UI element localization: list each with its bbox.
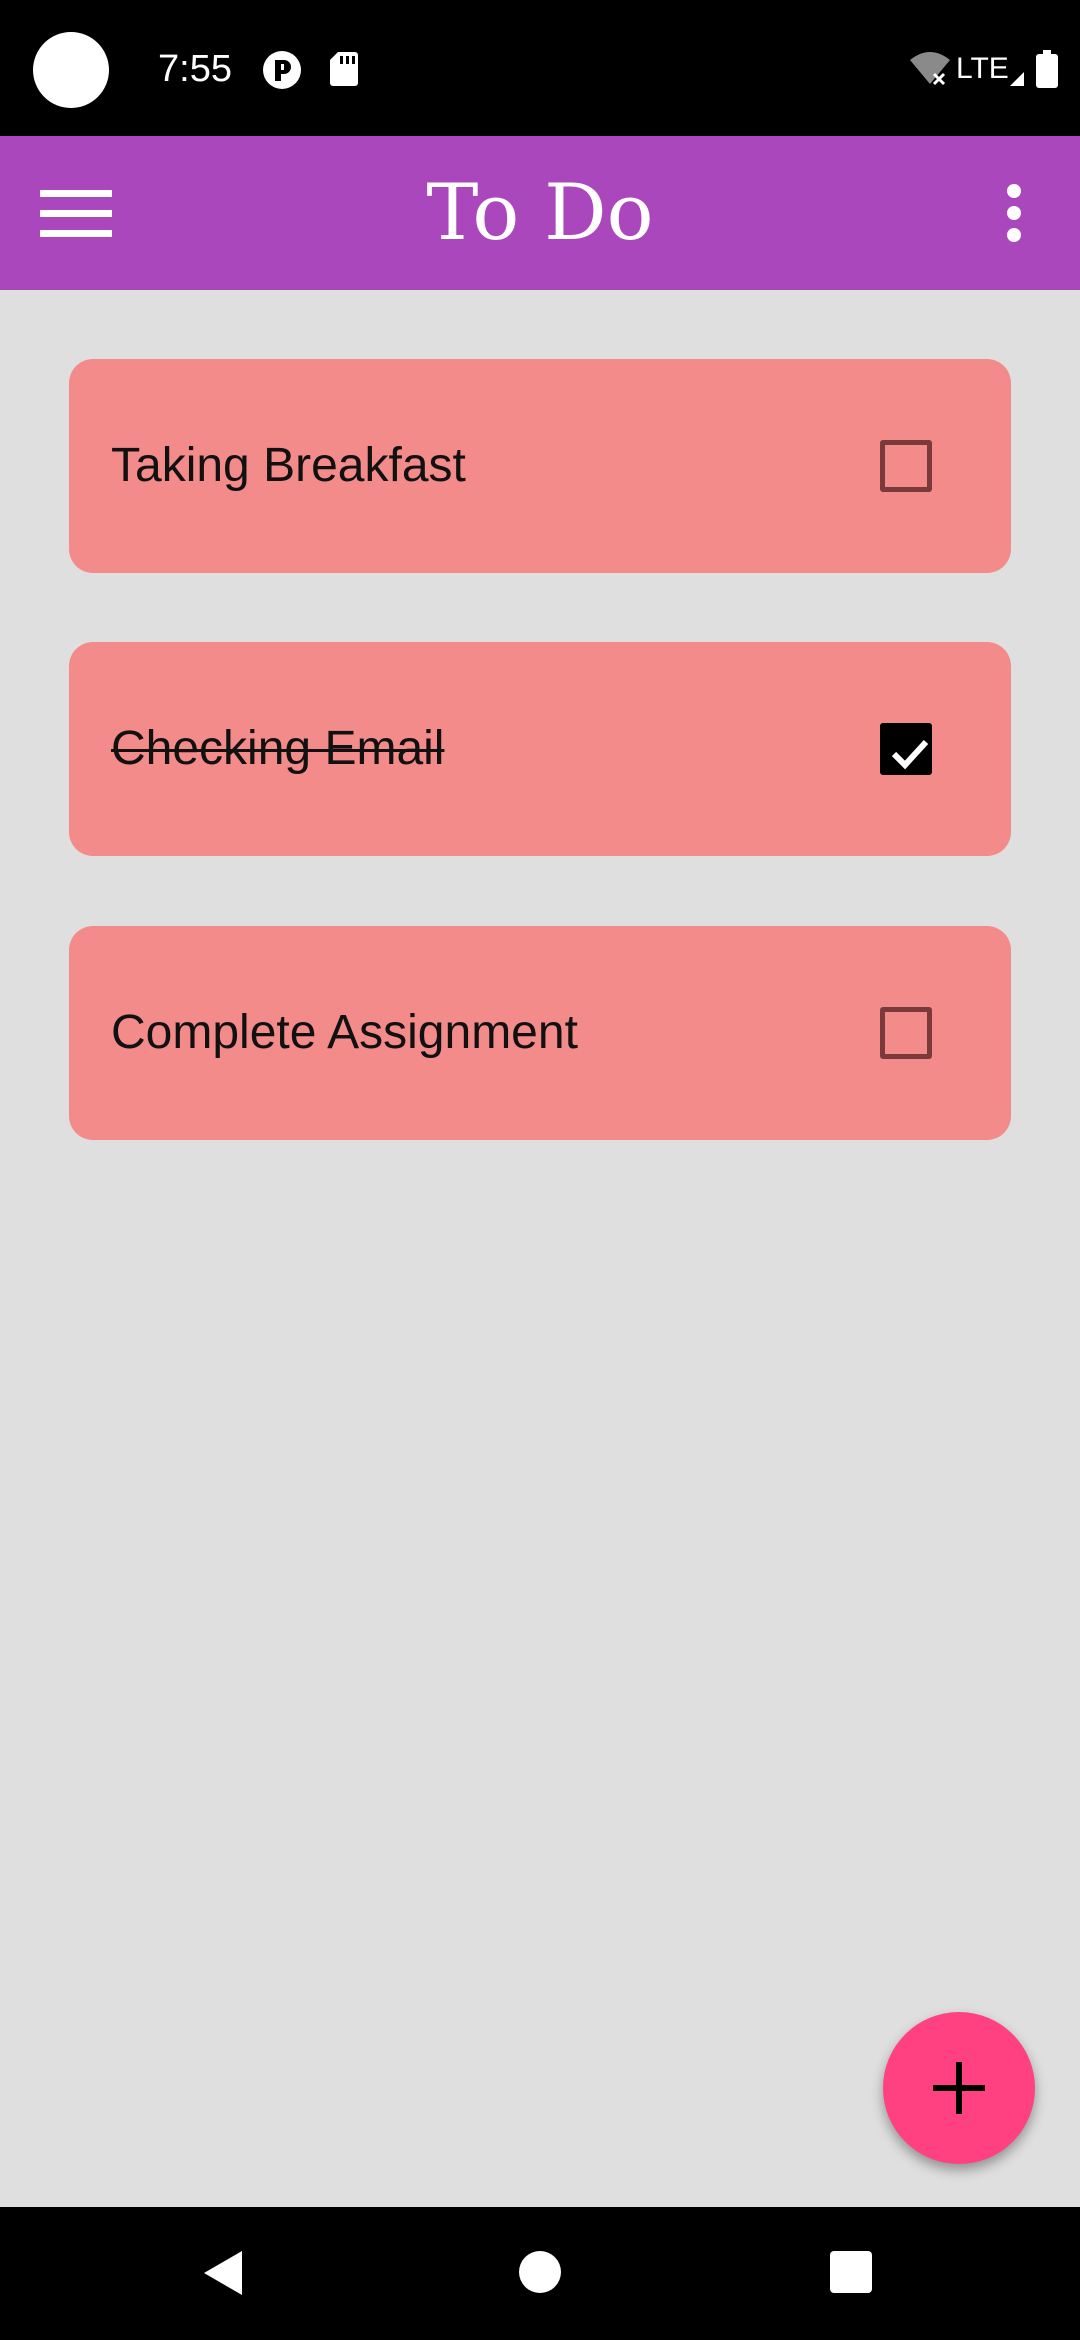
recents-icon[interactable] [830, 2251, 872, 2293]
todo-checkbox-checked[interactable] [880, 723, 932, 775]
todo-list: Taking Breakfast Checking Email Complete… [0, 290, 1080, 2207]
app-bar: To Do [0, 136, 1080, 290]
status-bar: 7:55 LTE [0, 0, 1080, 136]
signal-icon [1010, 72, 1024, 86]
status-time: 7:55 [158, 48, 232, 90]
todo-item-label: Checking Email [111, 722, 445, 775]
todo-item[interactable]: Complete Assignment [69, 926, 1011, 1140]
todo-item-label: Taking Breakfast [111, 439, 466, 492]
network-type-label: LTE [956, 52, 1009, 85]
battery-icon [1036, 50, 1058, 88]
checkmark-icon [891, 739, 929, 770]
back-icon[interactable] [202, 2249, 246, 2297]
wifi-off-icon [910, 52, 950, 86]
todo-item[interactable]: Taking Breakfast [69, 359, 1011, 573]
page-title: To Do [426, 168, 654, 258]
todo-item-label: Complete Assignment [111, 1006, 578, 1059]
home-icon[interactable] [519, 2251, 561, 2293]
todo-checkbox[interactable] [880, 1007, 932, 1059]
plus-icon [933, 2062, 985, 2114]
phone-screen: 7:55 LTE To Do Taking Breakfast Checking… [0, 0, 1080, 2340]
menu-button[interactable] [30, 176, 124, 250]
more-options-button[interactable] [990, 176, 1038, 250]
todo-checkbox[interactable] [880, 440, 932, 492]
system-nav-bar [0, 2207, 1080, 2340]
todo-item[interactable]: Checking Email [69, 642, 1011, 856]
add-todo-button[interactable] [883, 2012, 1035, 2164]
app-notification-icon [263, 51, 301, 89]
camera-cutout [33, 32, 109, 108]
sd-card-icon [330, 52, 358, 86]
